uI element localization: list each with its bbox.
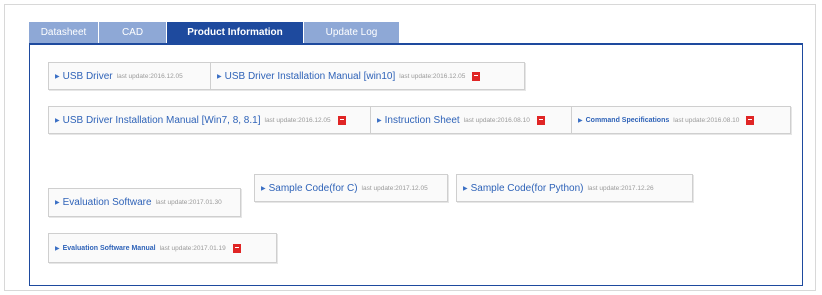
tab-datasheet[interactable]: Datasheet xyxy=(29,22,99,44)
product-information-panel: ▶ USB Driver last update:2016.12.05 ▶ US… xyxy=(29,43,803,286)
list-item-evaluation-software-manual[interactable]: ▶ Evaluation Software Manual last update… xyxy=(48,233,277,263)
triangle-bullet-icon: ▶ xyxy=(55,245,60,252)
item-title: Sample Code(for C) xyxy=(268,182,358,194)
item-update: last update:2016.12.05 xyxy=(399,72,466,80)
pdf-icon[interactable] xyxy=(337,115,346,125)
item-update: last update:2016.08.10 xyxy=(463,116,530,124)
item-title: Evaluation Software xyxy=(62,197,152,208)
triangle-bullet-icon: ▶ xyxy=(55,73,60,80)
triangle-bullet-icon: ▶ xyxy=(463,185,468,192)
pdf-icon[interactable] xyxy=(536,115,545,125)
item-update: last update:2016.08.10 xyxy=(673,116,740,124)
list-item-command-specifications[interactable]: ▶ Command Specifications last update:201… xyxy=(571,106,791,134)
pdf-icon[interactable] xyxy=(472,71,481,81)
item-title: Evaluation Software Manual xyxy=(62,244,156,252)
list-item-evaluation-software[interactable]: ▶ Evaluation Software last update:2017.0… xyxy=(48,188,241,217)
triangle-bullet-icon: ▶ xyxy=(55,117,60,124)
item-title: USB Driver Installation Manual [win10] xyxy=(224,70,396,82)
tab-update-log[interactable]: Update Log xyxy=(304,22,400,44)
list-item-instruction-sheet[interactable]: ▶ Instruction Sheet last update:2016.08.… xyxy=(370,106,591,134)
item-title: USB Driver Installation Manual [Win7, 8,… xyxy=(62,114,261,126)
pdf-icon[interactable] xyxy=(746,115,755,125)
triangle-bullet-icon: ▶ xyxy=(55,200,60,206)
item-title: Sample Code(for Python) xyxy=(470,182,584,194)
item-update: last update:2016.12.05 xyxy=(264,116,331,124)
list-item-usb-driver-manual-win10[interactable]: ▶ USB Driver Installation Manual [win10]… xyxy=(210,62,525,90)
tab-product-information[interactable]: Product Information xyxy=(167,22,304,44)
list-item-usb-driver-manual-win7[interactable]: ▶ USB Driver Installation Manual [Win7, … xyxy=(48,106,381,134)
list-item-sample-code-c[interactable]: ▶ Sample Code(for C) last update:2017.12… xyxy=(254,174,448,202)
triangle-bullet-icon: ▶ xyxy=(377,117,382,124)
triangle-bullet-icon: ▶ xyxy=(578,117,583,124)
item-update: last update:2016.12.05 xyxy=(116,72,183,80)
item-update: last update:2017.01.30 xyxy=(155,199,222,206)
triangle-bullet-icon: ▶ xyxy=(217,73,222,80)
item-title: Command Specifications xyxy=(585,116,670,124)
list-item-usb-driver[interactable]: ▶ USB Driver last update:2016.12.05 xyxy=(48,62,221,90)
item-title: USB Driver xyxy=(62,70,113,82)
content-frame: Datasheet CAD Product Information Update… xyxy=(4,4,816,291)
list-item-sample-code-python[interactable]: ▶ Sample Code(for Python) last update:20… xyxy=(456,174,693,202)
item-update: last update:2017.12.05 xyxy=(361,184,428,192)
item-title: Instruction Sheet xyxy=(384,114,460,126)
pdf-icon[interactable] xyxy=(232,243,241,253)
triangle-bullet-icon: ▶ xyxy=(261,185,266,192)
tab-cad[interactable]: CAD xyxy=(99,22,167,44)
item-update: last update:2017.01.19 xyxy=(159,244,226,252)
item-update: last update:2017.12.26 xyxy=(587,184,654,192)
